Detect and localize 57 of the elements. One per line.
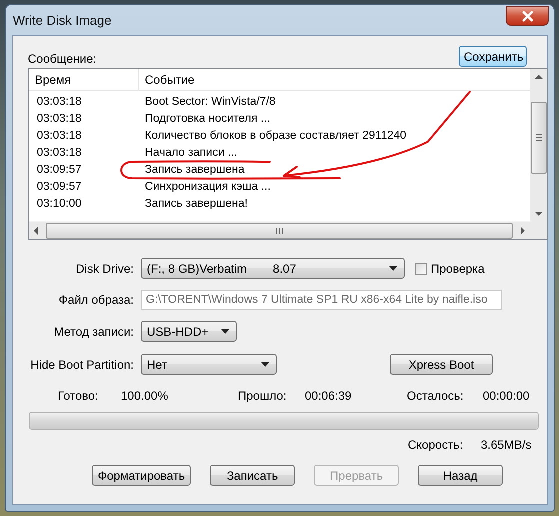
scroll-thumb[interactable]: [46, 222, 513, 238]
up-arrow-icon[interactable]: [534, 74, 542, 80]
write-method-label: Метод записи:: [53, 324, 134, 338]
scroll-thumb[interactable]: [530, 102, 546, 174]
caret-icon: [261, 362, 270, 367]
time-cell-text: 03:03:18: [36, 130, 83, 142]
time-cell-text: 03:10:00: [36, 198, 83, 210]
speed-label: Скорость:: [408, 438, 464, 452]
save-button[interactable]: Сохранить: [459, 46, 527, 67]
image-file-label: Файл образа:: [58, 293, 134, 307]
stat-label: Готово:: [58, 389, 100, 403]
caret-icon: [389, 266, 398, 271]
verify-checkbox[interactable]: [415, 262, 427, 274]
action-button[interactable]: Записать: [210, 465, 296, 486]
event-cell-text: Начало записи ...: [144, 146, 238, 158]
close-button[interactable]: [506, 6, 549, 26]
disk-drive-label: Disk Drive:: [74, 262, 134, 276]
column-header[interactable]: Время: [29, 69, 139, 90]
write-method-value: USB-HDD+: [147, 324, 209, 338]
hide-boot-dropdown[interactable]: Нет: [141, 354, 277, 375]
stat-label: Осталось:: [407, 389, 465, 403]
window-title: Write Disk Image: [13, 12, 112, 28]
stat-label: Прошло:: [238, 389, 288, 403]
stat-value: 100.00%: [121, 389, 170, 403]
event-cell-text: Синхронизация кэша ...: [144, 180, 271, 192]
stat-value: 00:00:00: [483, 389, 531, 403]
event-cell-text: Подготовка носителя ...: [144, 112, 271, 124]
message-label: Сообщение:: [28, 52, 97, 67]
hide-boot-value: Нет: [147, 358, 168, 372]
column-header[interactable]: Событие: [139, 69, 530, 90]
caret-icon: [221, 329, 230, 334]
speed-value: 3.65MB/s: [481, 438, 532, 452]
horizontal-scrollbar[interactable]: [29, 221, 530, 239]
verify-label: Проверка: [431, 262, 485, 276]
drive-version: 8.07: [273, 262, 296, 276]
hide-boot-label: Hide Boot Partition:: [30, 358, 134, 372]
left-arrow-icon[interactable]: [33, 226, 39, 234]
drive-name: (F:, 8 GB)Verbatim: [147, 262, 248, 276]
down-arrow-icon[interactable]: [534, 211, 542, 217]
action-button[interactable]: Назад: [418, 465, 504, 486]
vertical-scrollbar[interactable]: [530, 69, 547, 239]
time-cell-text: 03:03:18: [36, 112, 83, 124]
time-cell-text: 03:09:57: [36, 180, 83, 192]
event-cell-text: Количество блоков в образе составляет 2911240: [144, 130, 407, 142]
xpress-boot-button[interactable]: Xpress Boot: [390, 354, 493, 375]
right-arrow-icon[interactable]: [520, 226, 526, 234]
time-cell-text: 03:03:18: [36, 146, 83, 158]
event-cell-text: Boot Sector: WinVista/7/8: [144, 96, 276, 108]
write-method-dropdown[interactable]: USB-HDD+: [141, 321, 237, 342]
event-cell-text: Запись завершена: [144, 164, 245, 176]
stat-value: 00:06:39: [305, 389, 353, 403]
disk-drive-dropdown[interactable]: (F:, 8 GB)Verbatim 8.07: [141, 258, 405, 279]
action-button[interactable]: Форматировать: [92, 465, 192, 486]
close-icon: [522, 10, 534, 22]
event-cell-text: Запись завершена!: [144, 198, 248, 210]
time-cell-text: 03:03:18: [36, 96, 83, 108]
time-cell-text: 03:09:57: [36, 164, 83, 176]
